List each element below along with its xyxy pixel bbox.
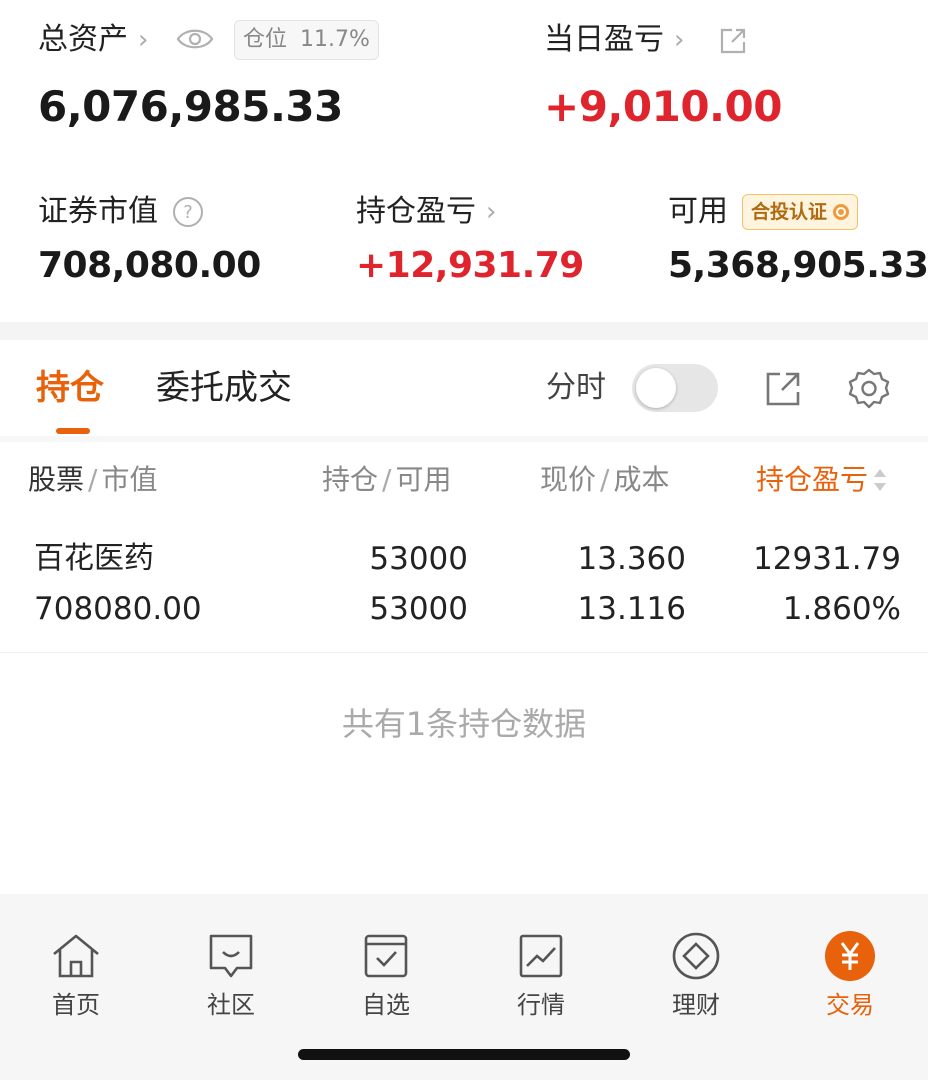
holdings-count-footer: 共有1条持仓数据 [341, 705, 587, 743]
section-divider [0, 322, 928, 340]
home-icon [53, 934, 99, 978]
shield-badge-icon [833, 204, 850, 220]
holding-pnl-value: +12,931.79 [356, 245, 584, 286]
share-out-icon[interactable] [718, 26, 748, 56]
header-price: 现价 [540, 463, 597, 496]
row-market-value: 708080.00 [34, 591, 202, 627]
header-holding: 持仓 [322, 463, 379, 496]
header-available: 可用 [395, 463, 452, 496]
timeshare-toggle[interactable] [632, 364, 718, 412]
header-market-value: 市值 [101, 463, 158, 496]
timeshare-label: 分时 [546, 370, 606, 405]
nav-trade[interactable]: 交易 [790, 928, 910, 1020]
total-assets-label: 总资产 [38, 22, 128, 57]
trade-yuan-icon [825, 931, 875, 981]
nav-community[interactable]: 社区 [171, 928, 291, 1020]
position-ratio-badge: 仓位 11.7% [234, 20, 379, 60]
chevron-right-icon: › [138, 25, 149, 55]
header-cost: 成本 [613, 463, 670, 496]
header-price-cost[interactable]: 现价 / 成本 [540, 462, 669, 498]
tab-orders[interactable]: 委托成交 [156, 366, 292, 410]
row-holding: 53000 [369, 541, 468, 577]
market-value-header: 证券市值 ? [38, 192, 204, 232]
wealth-diamond-icon [672, 932, 720, 980]
nav-market-label: 行情 [517, 991, 565, 1019]
home-indicator [298, 1049, 630, 1060]
tab-holdings[interactable]: 持仓 [36, 366, 104, 410]
svg-text:?: ? [183, 202, 193, 223]
nav-home-label: 首页 [52, 991, 100, 1019]
row-available: 53000 [369, 591, 468, 627]
nav-home[interactable]: 首页 [16, 928, 136, 1020]
tab-divider [0, 436, 928, 442]
row-stock-name: 百花医药 [34, 541, 154, 576]
position-badge-label: 仓位 [243, 27, 288, 52]
daily-pnl-label: 当日盈亏 [544, 22, 664, 57]
available-header: 可用 合投认证 [668, 192, 859, 232]
row-price: 13.360 [577, 541, 686, 577]
daily-pnl-header[interactable]: 当日盈亏 › [544, 20, 684, 60]
holding-pnl-label: 持仓盈亏 [356, 194, 476, 229]
nav-trade-label: 交易 [826, 991, 874, 1019]
nav-watchlist[interactable]: 自选 [326, 928, 446, 1020]
header-stock-value[interactable]: 股票 / 市值 [28, 462, 157, 498]
nav-watchlist-label: 自选 [362, 991, 410, 1019]
market-value-value: 708,080.00 [38, 245, 261, 286]
sort-icon [874, 469, 887, 491]
share-out-icon[interactable] [762, 368, 804, 410]
available-value: 5,368,905.33 [668, 245, 928, 286]
row-cost: 13.116 [577, 591, 686, 627]
total-assets-value: 6,076,985.33 [38, 82, 343, 131]
market-value-label: 证券市值 [38, 194, 158, 229]
community-icon [209, 934, 253, 978]
certification-badge-label: 合投认证 [751, 201, 828, 223]
daily-pnl-value: +9,010.00 [544, 82, 782, 131]
watchlist-icon [364, 934, 408, 978]
help-icon[interactable]: ? [172, 196, 204, 228]
nav-market[interactable]: 行情 [481, 928, 601, 1020]
holding-pnl-header[interactable]: 持仓盈亏 › [356, 192, 496, 232]
certification-badge[interactable]: 合投认证 [742, 194, 859, 230]
row-divider [0, 652, 928, 653]
nav-wealth[interactable]: 理财 [636, 928, 756, 1020]
active-tab-indicator [56, 428, 90, 434]
available-label: 可用 [668, 194, 728, 229]
row-pnl-percent: 1.860% [782, 591, 901, 627]
position-badge-value: 11.7% [300, 27, 370, 52]
row-pnl: 12931.79 [753, 541, 901, 577]
header-pnl: 持仓盈亏 [756, 463, 869, 496]
total-assets-header[interactable]: 总资产 › [38, 20, 148, 60]
header-stock: 股票 [28, 463, 85, 496]
settings-gear-icon[interactable] [846, 366, 892, 412]
market-chart-icon [519, 934, 563, 978]
nav-wealth-label: 理财 [672, 991, 720, 1019]
header-holding-available[interactable]: 持仓 / 可用 [322, 462, 451, 498]
chevron-right-icon: › [674, 25, 685, 55]
toggle-knob [636, 368, 676, 408]
chevron-right-icon: › [486, 197, 497, 227]
nav-community-label: 社区 [207, 991, 255, 1019]
eye-icon[interactable] [176, 24, 214, 54]
header-pnl-sort[interactable]: 持仓盈亏 [756, 462, 888, 498]
